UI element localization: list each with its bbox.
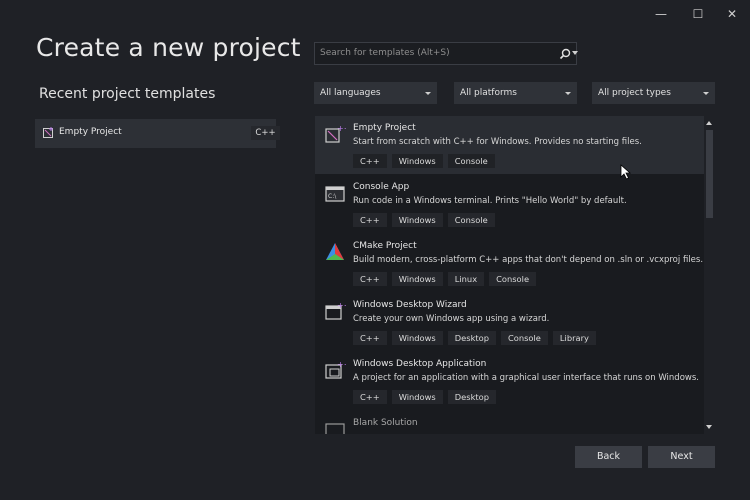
template-description: Run code in a Windows terminal. Prints "… [353,196,627,206]
platform-filter-label: All platforms [460,88,517,98]
chevron-down-icon[interactable] [572,51,578,55]
template-cmake-project[interactable]: CMake Project Build modern, cross-platfo… [315,234,704,292]
desktop-app-icon: ++ [325,360,346,379]
platform-filter-dropdown[interactable]: All platforms [454,82,577,104]
tag-badge: C++ [353,154,387,168]
minimize-button[interactable]: — [651,6,671,22]
template-description: A project for an application with a grap… [353,373,699,383]
project-type-filter-dropdown[interactable]: All project types [592,82,715,104]
tag-badge: Desktop [447,331,496,345]
console-app-icon: C:\ [325,186,345,202]
tag-badge: Console [447,213,495,227]
template-console-app[interactable]: C:\ Console App Run code in a Windows te… [315,175,704,233]
template-name: Empty Project [353,123,416,133]
tag-badge: Console [447,154,495,168]
tag-badge: Windows [391,213,443,227]
tag-badge: Library [552,331,596,345]
page-title: Create a new project [36,33,301,62]
tag-badge: Console [500,331,548,345]
template-empty-project[interactable]: ++ Empty Project Start from scratch with… [315,116,704,174]
search-input[interactable]: Search for templates (Alt+S) [320,48,450,58]
language-badge: C++ [251,126,280,140]
language-filter-label: All languages [320,88,381,98]
chevron-down-icon [425,92,431,95]
tag-badge: Windows [391,272,443,286]
cmake-icon [326,243,344,260]
tag-badge: Windows [391,154,443,168]
maximize-button[interactable]: ☐ [688,6,708,22]
template-search-box[interactable]: Search for templates (Alt+S) [314,42,578,65]
recent-item-empty-project[interactable]: Empty Project C++ [35,119,280,148]
tag-badge: C++ [353,331,387,345]
tag-badge: C++ [353,213,387,227]
svg-text:++: ++ [337,301,346,310]
template-blank-solution[interactable]: Blank Solution [315,411,704,434]
template-windows-desktop-wizard[interactable]: ++ Windows Desktop Wizard Create your ow… [315,293,704,351]
blank-solution-icon [325,423,345,434]
empty-project-icon: ++ [325,124,346,143]
tag-badge: C++ [353,272,387,286]
svg-text:++: ++ [337,360,346,369]
chevron-down-icon [703,92,709,95]
empty-project-icon [43,127,53,138]
template-name: Windows Desktop Wizard [353,300,467,310]
svg-text:++: ++ [337,124,346,133]
template-windows-desktop-application[interactable]: ++ Windows Desktop Application A project… [315,352,704,410]
template-name: CMake Project [353,241,417,251]
template-name: Blank Solution [353,418,418,428]
scroll-up-icon[interactable] [706,121,712,125]
recent-templates-heading: Recent project templates [39,86,216,102]
chevron-down-icon [565,92,571,95]
next-button[interactable]: Next [648,446,715,468]
template-description: Start from scratch with C++ for Windows.… [353,137,642,147]
tag-badge: Desktop [447,390,496,404]
scrollbar-thumb[interactable] [706,130,713,218]
search-icon[interactable] [559,48,571,60]
svg-text:C:\: C:\ [328,193,337,200]
language-filter-dropdown[interactable]: All languages [314,82,437,104]
template-list-scrollbar[interactable] [704,116,715,434]
scroll-down-icon[interactable] [706,425,712,429]
template-list[interactable]: ++ Empty Project Start from scratch with… [315,116,704,434]
tag-badge: Linux [447,272,485,286]
mouse-cursor-icon [620,164,632,180]
template-name: Console App [353,182,410,192]
template-description: Build modern, cross-platform C++ apps th… [353,255,704,265]
tag-badge: C++ [353,390,387,404]
recent-item-label: Empty Project [59,127,122,137]
tag-badge: Windows [391,390,443,404]
template-description: Create your own Windows app using a wiza… [353,314,550,324]
template-name: Windows Desktop Application [353,359,487,369]
desktop-wizard-icon: ++ [325,301,346,320]
back-button[interactable]: Back [575,446,642,468]
tag-badge: Console [489,272,537,286]
tag-badge: Windows [391,331,443,345]
close-button[interactable]: ✕ [722,6,742,22]
project-type-filter-label: All project types [598,88,671,98]
